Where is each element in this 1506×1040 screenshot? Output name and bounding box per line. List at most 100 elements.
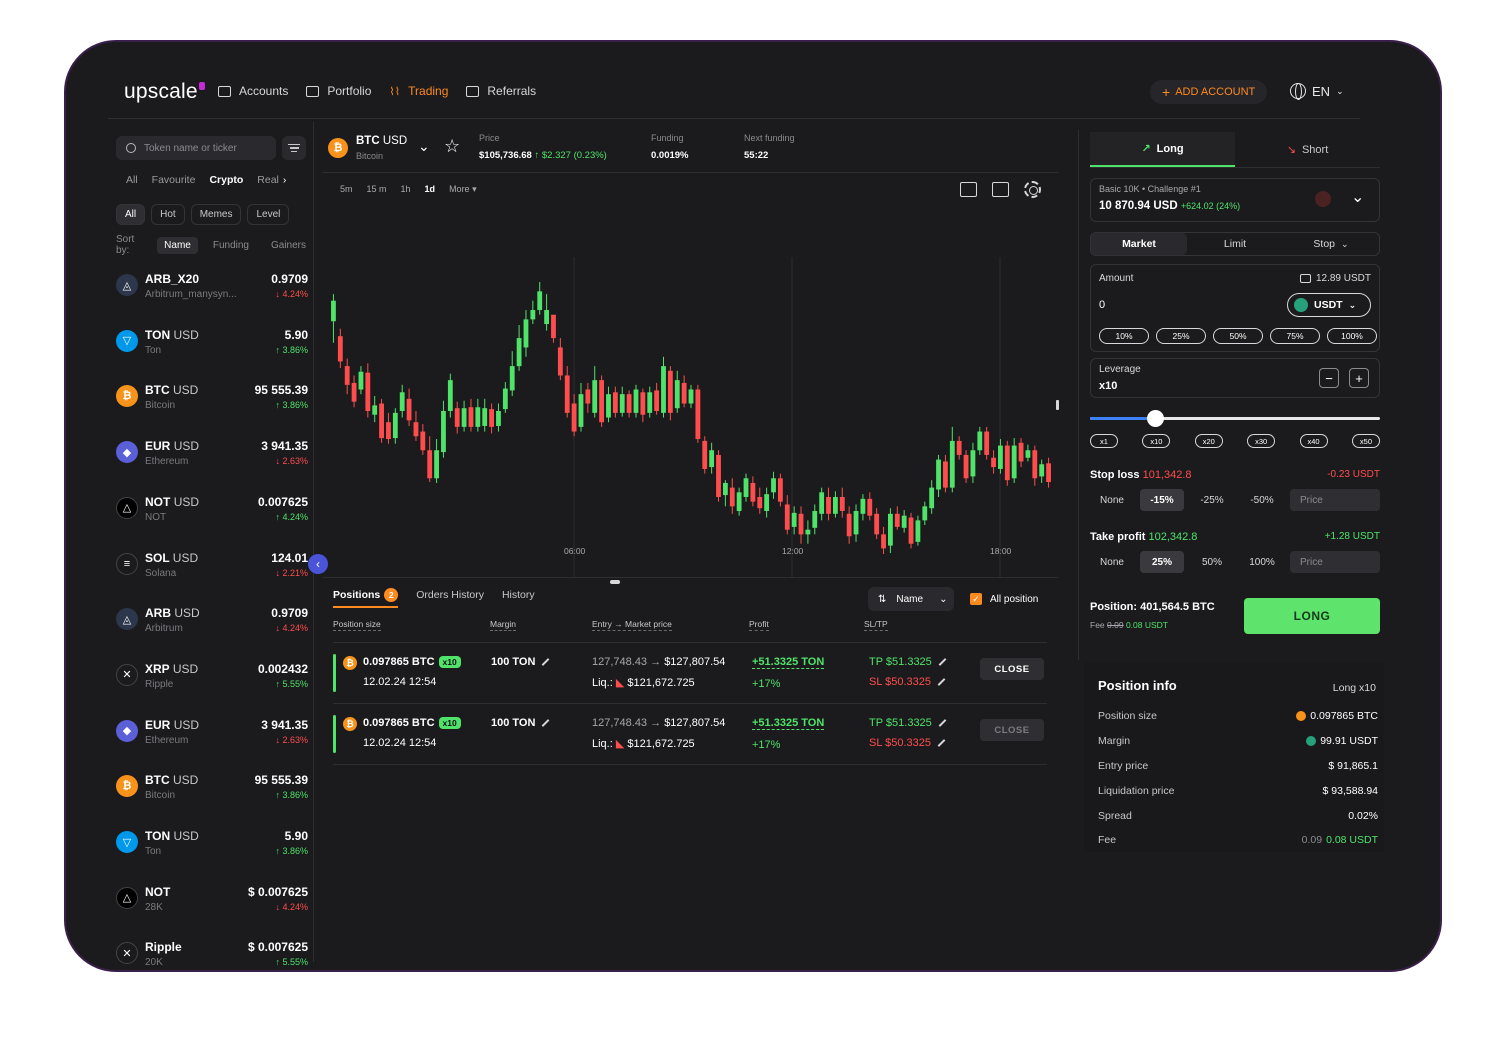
close-position-button[interactable]: CLOSE: [980, 719, 1044, 741]
token-row[interactable]: ▽ TON USD Ton 5.90 ↑ 3.86%: [116, 825, 308, 865]
token-row[interactable]: ◬ ARB USD Arbitrum 0.9709 ↓ 4.24%: [116, 602, 308, 642]
sl-price-input[interactable]: Price: [1290, 489, 1380, 511]
chart-scale-handle[interactable]: [1056, 400, 1059, 410]
lev-x40[interactable]: x40: [1299, 434, 1328, 448]
nav-accounts[interactable]: Accounts: [218, 84, 288, 98]
lev-x1[interactable]: x1: [1090, 434, 1118, 448]
position-row[interactable]: ₿ 0.097865 BTC x10 12.02.24 12:54 100 TON…: [333, 705, 1047, 765]
tp-100[interactable]: 100%: [1240, 551, 1284, 573]
nav-portfolio[interactable]: Portfolio: [306, 84, 371, 98]
lev-x20[interactable]: x20: [1194, 434, 1223, 448]
nav-trading[interactable]: ⌇⌇ Trading: [389, 84, 448, 98]
currency-select[interactable]: USDT ⌄: [1287, 293, 1371, 317]
chevron-down-icon[interactable]: ⌄: [1351, 187, 1364, 207]
chart-settings-icon[interactable]: [1024, 181, 1041, 198]
fullscreen-icon[interactable]: [992, 182, 1009, 197]
token-row[interactable]: ▽ TON USD Ton 5.90 ↑ 3.86%: [116, 324, 308, 364]
close-position-button[interactable]: CLOSE: [980, 658, 1044, 680]
tab-orders-history[interactable]: Orders History: [416, 589, 484, 601]
pair-title[interactable]: BTC USD: [356, 135, 407, 147]
candle: [557, 338, 563, 381]
language-select[interactable]: EN ⌄: [1290, 83, 1344, 100]
sort-funding[interactable]: Funding: [206, 237, 256, 254]
token-row[interactable]: ≡ SOL USD Solana 124.01 ↓ 2.21%: [116, 547, 308, 587]
sort-dropdown[interactable]: ⇅ Name ⌄: [868, 587, 954, 611]
lev-x10[interactable]: x10: [1142, 434, 1171, 448]
edit-icon[interactable]: [937, 678, 946, 686]
edit-icon[interactable]: [938, 719, 947, 727]
tab-real[interactable]: Real: [257, 174, 279, 186]
star-icon[interactable]: ☆: [444, 136, 460, 157]
tf-more[interactable]: More ▾: [449, 184, 477, 195]
search-input[interactable]: Token name or ticker: [116, 136, 276, 160]
edit-icon[interactable]: [938, 658, 947, 666]
edit-icon[interactable]: [542, 658, 550, 666]
sl-minus-15[interactable]: -15%: [1140, 489, 1184, 511]
checkbox-checked-icon[interactable]: ✓: [970, 593, 982, 605]
chevron-right-icon[interactable]: ›: [283, 174, 287, 186]
token-row[interactable]: △ NOT USD NOT 0.007625 ↑ 4.24%: [116, 491, 308, 531]
resize-handle[interactable]: [610, 580, 620, 584]
edit-icon[interactable]: [542, 719, 550, 727]
tf-1d[interactable]: 1d: [425, 184, 436, 195]
tab-positions[interactable]: Positions 2: [333, 588, 399, 608]
sl-minus-50[interactable]: -50%: [1240, 489, 1284, 511]
leverage-plus-button[interactable]: +: [1349, 368, 1369, 388]
nav-referrals[interactable]: Referrals: [466, 84, 536, 98]
pct-25[interactable]: 25%: [1156, 328, 1206, 344]
token-row[interactable]: ₿ BTC USD Bitcoin 95 555.39 ↑ 3.86%: [116, 769, 308, 809]
tab-all[interactable]: All: [126, 174, 138, 186]
sort-gainers[interactable]: Gainers: [264, 237, 313, 254]
token-row[interactable]: ₿ BTC USD Bitcoin 95 555.39 ↑ 3.86%: [116, 379, 308, 419]
tf-1h[interactable]: 1h: [401, 184, 411, 195]
leverage-slider-knob[interactable]: [1147, 410, 1164, 427]
sl-minus-25[interactable]: -25%: [1190, 489, 1234, 511]
crosshair-icon[interactable]: [960, 182, 977, 197]
edit-icon[interactable]: [937, 739, 946, 747]
token-row[interactable]: ◆ EUR USD Ethereum 3 941.35 ↓ 2.63%: [116, 714, 308, 754]
tab-crypto[interactable]: Crypto: [209, 174, 243, 186]
pct-10[interactable]: 10%: [1099, 328, 1149, 344]
token-row[interactable]: △ NOT 28K $ 0.007625 ↓ 4.24%: [116, 881, 308, 921]
sl-none[interactable]: None: [1090, 489, 1134, 511]
pct-75[interactable]: 75%: [1270, 328, 1320, 344]
token-row[interactable]: ◬ ARB_X20 Arbitrum_manysyn... 0.9709 ↓ 4…: [116, 268, 308, 308]
brand-logo[interactable]: upscale: [124, 80, 205, 104]
tf-15m[interactable]: 15 m: [367, 184, 387, 195]
tab-long[interactable]: ↗ Long: [1090, 132, 1235, 167]
price-chart[interactable]: 06:00 12:00 18:00: [322, 212, 1062, 582]
tp-25[interactable]: 25%: [1140, 551, 1184, 573]
long-submit-button[interactable]: LONG: [1244, 598, 1380, 634]
pct-100[interactable]: 100%: [1327, 328, 1377, 344]
pair-dropdown-icon[interactable]: ⌄: [418, 138, 430, 155]
token-row[interactable]: ✕ Ripple 20K $ 0.007625 ↑ 5.55%: [116, 936, 308, 970]
tp-none[interactable]: None: [1090, 551, 1134, 573]
token-row[interactable]: ✕ XRP USD Ripple 0.002432 ↑ 5.55%: [116, 658, 308, 698]
account-selector[interactable]: Basic 10K • Challenge #1 10 870.94 USD +…: [1090, 178, 1380, 222]
token-row[interactable]: ◆ EUR USD Ethereum 3 941.35 ↓ 2.63%: [116, 435, 308, 475]
chip-level[interactable]: Level: [247, 204, 290, 225]
leverage-minus-button[interactable]: −: [1319, 368, 1339, 388]
token-change: ↓ 4.24%: [275, 901, 308, 912]
tp-price-input[interactable]: Price: [1290, 551, 1380, 573]
pct-50[interactable]: 50%: [1213, 328, 1263, 344]
tab-limit[interactable]: Limit: [1187, 233, 1283, 255]
tab-favourite[interactable]: Favourite: [152, 174, 196, 186]
tab-history[interactable]: History: [502, 589, 535, 601]
amount-input[interactable]: 0: [1099, 299, 1105, 311]
lev-x50[interactable]: x50: [1351, 434, 1380, 448]
all-position-toggle[interactable]: ✓ All position: [970, 593, 1038, 605]
tab-short[interactable]: ↘ Short: [1235, 132, 1380, 167]
add-account-button[interactable]: + ADD ACCOUNT: [1150, 80, 1268, 104]
tp-50[interactable]: 50%: [1190, 551, 1234, 573]
chip-memes[interactable]: Memes: [190, 204, 242, 225]
chip-all[interactable]: All: [116, 204, 146, 225]
lev-x30[interactable]: x30: [1247, 434, 1276, 448]
filter-button[interactable]: [282, 136, 306, 160]
chip-hot[interactable]: Hot: [151, 204, 185, 225]
tab-stop[interactable]: Stop ⌄: [1283, 233, 1379, 255]
tf-5m[interactable]: 5m: [340, 184, 353, 195]
position-row[interactable]: ₿ 0.097865 BTC x10 12.02.24 12:54 100 TON…: [333, 644, 1047, 704]
tab-market[interactable]: Market: [1091, 233, 1187, 255]
sort-name[interactable]: Name: [157, 236, 198, 254]
